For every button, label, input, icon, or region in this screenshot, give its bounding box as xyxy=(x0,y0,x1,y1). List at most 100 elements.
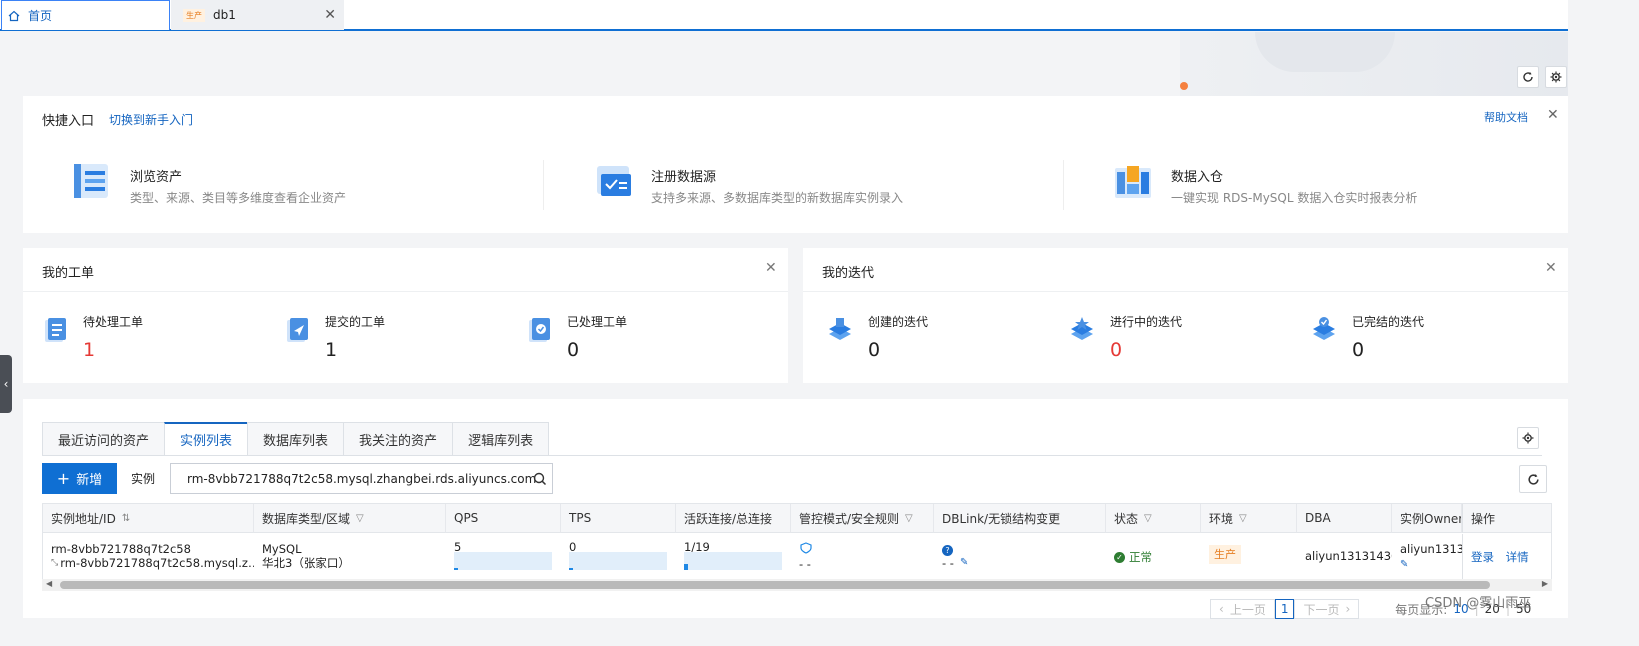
col-instance-address[interactable]: 实例地址/ID ⇅ xyxy=(43,504,254,533)
scroll-left-icon[interactable]: ◀ xyxy=(46,579,52,588)
edit-icon[interactable]: ✎ xyxy=(960,556,968,570)
tab-instance-list[interactable]: 实例列表 xyxy=(164,422,249,456)
db-type: MySQL xyxy=(262,542,302,556)
shield-icon[interactable] xyxy=(799,542,813,554)
search-icon[interactable] xyxy=(532,471,548,487)
background-dot xyxy=(1180,82,1188,90)
quick-entry-register-datasource[interactable]: 注册数据源 支持多来源、多数据库类型的新数据库实例录入 xyxy=(593,160,1063,216)
stat-label: 进行中的迭代 xyxy=(1110,315,1183,329)
filter-icon[interactable]: ▽ xyxy=(356,513,364,524)
tab-database-list[interactable]: 数据库列表 xyxy=(247,422,345,456)
column-header: 操作 xyxy=(1471,511,1496,526)
col-db-type[interactable]: 数据库类型/区域 ▽ xyxy=(254,504,446,533)
connections-sparkline xyxy=(684,552,782,570)
filter-icon[interactable]: ▽ xyxy=(1239,513,1247,524)
stat-created-iterations[interactable]: 创建的迭代 0 xyxy=(827,310,1027,370)
table-settings-button[interactable] xyxy=(1517,427,1539,449)
sidebar-toggle[interactable]: ‹ xyxy=(0,355,12,413)
tab-logical-db-list[interactable]: 逻辑库列表 xyxy=(452,422,550,456)
close-icon[interactable]: ✕ xyxy=(324,7,336,23)
quick-entry-browse-assets[interactable]: 浏览资产 类型、来源、类目等多维度查看企业资产 xyxy=(72,160,542,216)
close-icon[interactable]: ✕ xyxy=(765,260,777,276)
prev-page-button[interactable]: ‹ 上一页 xyxy=(1210,599,1275,619)
quick-entry-name: 浏览资产 xyxy=(130,170,183,185)
cell-qps: 5 xyxy=(446,534,561,580)
scrollbar-thumb[interactable] xyxy=(60,581,1490,589)
filter-icon[interactable]: ▽ xyxy=(905,513,913,524)
divider xyxy=(803,291,1568,292)
instance-filter-label: 实例 xyxy=(131,472,156,486)
search-input-value: rm-8vbb721788q7t2c58.mysql.zhangbei.rds.… xyxy=(187,471,537,486)
settings-button[interactable] xyxy=(1545,66,1567,88)
refresh-icon xyxy=(1527,473,1539,485)
workspace-tab-bar: 首页 生产 db1 ✕ xyxy=(0,0,1568,31)
col-connections: 活跃连接/总连接 xyxy=(676,504,791,533)
plus-icon: + xyxy=(56,468,71,488)
divider xyxy=(1063,160,1064,210)
column-header: 管控模式/安全规则 xyxy=(799,511,900,526)
pending-order-icon xyxy=(45,318,66,342)
background-disc xyxy=(1255,32,1395,72)
column-header: 活跃连接/总连接 xyxy=(684,511,773,526)
quick-entry-desc: 支持多来源、多数据库类型的新数据库实例录入 xyxy=(651,191,904,205)
col-dblink: DBLink/无锁结构变更 xyxy=(934,504,1106,533)
login-link[interactable]: 登录 xyxy=(1471,550,1494,564)
quick-entry-desc: 一键实现 RDS-MySQL 数据入仓实时报表分析 xyxy=(1171,191,1418,205)
instance-table: 实例地址/ID ⇅ 数据库类型/区域 ▽ QPS TPS 活跃连接/总连接 管控模式… xyxy=(42,503,1552,591)
column-header: 实例Owner xyxy=(1400,511,1462,526)
quick-entry-data-warehouse[interactable]: 数据入仓 一键实现 RDS-MySQL 数据入仓实时报表分析 xyxy=(1113,160,1583,216)
cell-status: ✓ 正常 xyxy=(1106,534,1201,580)
cell-connections: 1/19 xyxy=(676,534,791,580)
edit-icon[interactable]: ✎ xyxy=(1400,559,1408,570)
stat-pending-orders[interactable]: 待处理工单 1 xyxy=(42,310,242,370)
tab-followed-assets[interactable]: 我关注的资产 xyxy=(343,422,454,456)
link-icon: ⤡ xyxy=(51,558,59,568)
tab-db1[interactable]: 生产 db1 ✕ xyxy=(171,0,344,30)
col-control-mode[interactable]: 管控模式/安全规则 ▽ xyxy=(791,504,934,533)
close-icon[interactable]: ✕ xyxy=(1547,107,1559,123)
stat-ongoing-iterations[interactable]: 进行中的迭代 0 xyxy=(1069,310,1269,370)
tab-recent-assets[interactable]: 最近访问的资产 xyxy=(42,422,166,456)
horizontal-scrollbar[interactable]: ◀ ▶ xyxy=(42,579,1552,591)
switch-to-beginner-link[interactable]: 切换到新手入门 xyxy=(109,111,193,128)
page-1-button[interactable]: 1 xyxy=(1274,599,1295,619)
cell-env: 生产 xyxy=(1201,534,1297,580)
filter-icon[interactable]: ▽ xyxy=(1144,513,1152,524)
stat-processed-orders[interactable]: 已处理工单 0 xyxy=(526,310,726,370)
instance-search-input[interactable]: rm-8vbb721788q7t2c58.mysql.zhangbei.rds.… xyxy=(170,463,553,494)
cell-control-mode: - - xyxy=(791,534,934,580)
warehouse-icon xyxy=(1115,166,1151,198)
tab-db1-label: db1 xyxy=(213,8,236,22)
refresh-button[interactable] xyxy=(1517,66,1539,88)
col-env[interactable]: 环境 ▽ xyxy=(1201,504,1297,533)
close-icon[interactable]: ✕ xyxy=(1545,260,1557,276)
gear-icon xyxy=(1550,71,1562,83)
tps-sparkline xyxy=(569,552,667,570)
next-page-button[interactable]: 下一页 › xyxy=(1294,599,1360,619)
cell-actions: 登录 详情 xyxy=(1462,534,1551,580)
check-circle-icon: ✓ xyxy=(1114,551,1125,563)
help-docs-link[interactable]: 帮助文档 xyxy=(1484,109,1528,125)
tab-home-label: 首页 xyxy=(28,9,53,23)
stat-completed-iterations[interactable]: 已完结的迭代 0 xyxy=(1311,310,1511,370)
sort-icon[interactable]: ⇅ xyxy=(122,513,130,524)
add-instance-button[interactable]: + 新增 xyxy=(42,463,117,494)
col-status[interactable]: 状态 ▽ xyxy=(1106,504,1201,533)
help-icon[interactable]: ? xyxy=(942,545,953,556)
detail-link[interactable]: 详情 xyxy=(1506,550,1529,564)
stat-label: 已处理工单 xyxy=(567,315,628,329)
layers-star-icon xyxy=(1071,317,1093,340)
register-source-icon xyxy=(597,166,631,196)
table-refresh-button[interactable] xyxy=(1519,465,1547,493)
control-mode-value: - - xyxy=(799,557,811,571)
env-badge: 生产 xyxy=(1209,545,1241,564)
my-work-orders-panel: 我的工单 ✕ 待处理工单 1 提交的工单 1 已处理工单 0 xyxy=(23,248,788,383)
watermark: CSDN @雾山雨巫 xyxy=(1425,596,1532,611)
col-actions: 操作 xyxy=(1462,504,1551,533)
scroll-right-icon[interactable]: ▶ xyxy=(1542,579,1548,588)
stat-submitted-orders[interactable]: 提交的工单 1 xyxy=(284,310,484,370)
column-header: 实例地址/ID xyxy=(51,511,116,526)
cell-db-type: MySQL 华北3（张家口） xyxy=(254,534,446,580)
tab-home[interactable]: 首页 xyxy=(1,0,170,30)
column-header: TPS xyxy=(569,511,592,525)
